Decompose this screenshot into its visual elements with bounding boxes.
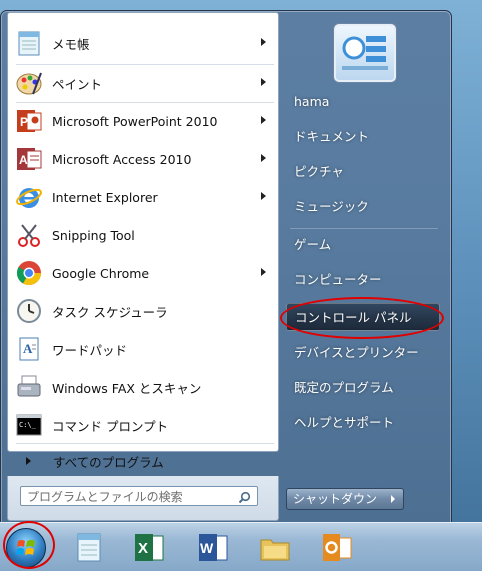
program-label: Windows FAX とスキャン: [52, 380, 202, 396]
right-item-user[interactable]: hama: [286, 88, 440, 116]
program-label: Microsoft Access 2010: [52, 151, 192, 167]
search-area: プログラムとファイルの検索: [7, 476, 279, 521]
all-programs-label: すべてのプログラム: [53, 454, 164, 470]
program-powerpoint[interactable]: P Microsoft PowerPoint 2010: [10, 103, 276, 139]
search-input[interactable]: プログラムとファイルの検索: [20, 486, 258, 506]
notepad-icon: [77, 533, 101, 562]
programs-panel: メモ帳 ペイント P Microsoft PowerPoint 2010 A M…: [7, 12, 279, 470]
svg-text:P: P: [20, 115, 28, 129]
program-label: Snipping Tool: [52, 227, 135, 243]
internet-explorer-icon: [13, 181, 45, 213]
scissors-icon: [13, 219, 45, 251]
taskbar-word[interactable]: W: [196, 531, 230, 565]
program-label: Microsoft PowerPoint 2010: [52, 113, 218, 129]
program-label: タスク スケジューラ: [52, 304, 168, 320]
right-item-pictures[interactable]: ピクチャ: [286, 158, 440, 186]
powerpoint-icon: P: [13, 105, 45, 137]
right-item-devices-printers[interactable]: デバイスとプリンター: [286, 339, 440, 367]
submenu-arrow-icon: [261, 38, 266, 46]
user-picture[interactable]: [334, 24, 396, 82]
program-label: Google Chrome: [52, 265, 150, 281]
svg-text:A: A: [19, 153, 28, 167]
access-icon: A: [13, 143, 45, 175]
svg-text:A: A: [23, 341, 33, 356]
right-item-computer[interactable]: コンピューター: [286, 266, 440, 294]
right-item-default-programs[interactable]: 既定のプログラム: [286, 374, 440, 402]
program-command-prompt[interactable]: C:\_ コマンド プロンプト: [10, 407, 276, 443]
program-google-chrome[interactable]: Google Chrome: [10, 255, 276, 291]
svg-text:C:\_: C:\_: [19, 421, 37, 429]
word-icon: W: [199, 534, 228, 561]
svg-text:W: W: [200, 540, 214, 556]
taskbar: X W: [0, 522, 482, 571]
right-item-control-panel[interactable]: コントロール パネル: [286, 303, 440, 331]
divider: [290, 228, 438, 229]
taskbar-outlook[interactable]: [320, 531, 354, 565]
program-label: コマンド プロンプト: [52, 418, 169, 434]
right-item-documents[interactable]: ドキュメント: [286, 123, 440, 151]
notepad-icon: [13, 27, 45, 59]
chrome-icon: [13, 257, 45, 289]
outlook-icon: [323, 534, 352, 561]
program-paint[interactable]: ペイント: [10, 65, 276, 101]
excel-icon: X: [135, 534, 164, 561]
right-item-music[interactable]: ミュージック: [286, 193, 440, 221]
clock-icon: [13, 295, 45, 327]
search-placeholder: プログラムとファイルの検索: [27, 490, 183, 504]
shutdown-options-button[interactable]: [383, 488, 404, 510]
submenu-arrow-icon: [261, 192, 266, 200]
wordpad-icon: A: [13, 333, 45, 365]
program-task-scheduler[interactable]: タスク スケジューラ: [10, 293, 276, 329]
divider: [16, 443, 274, 444]
submenu-arrow-icon: [261, 154, 266, 162]
program-windows-fax-scan[interactable]: Windows FAX とスキャン: [10, 369, 276, 405]
start-button[interactable]: [6, 528, 46, 568]
search-icon: [238, 490, 251, 510]
shutdown-button[interactable]: シャットダウン: [286, 488, 384, 510]
fax-icon: [13, 371, 45, 403]
program-access[interactable]: A Microsoft Access 2010: [10, 141, 276, 177]
program-notepad[interactable]: メモ帳: [10, 25, 276, 61]
explorer-folder-icon: [260, 539, 290, 561]
all-programs-button[interactable]: すべてのプログラム: [10, 446, 276, 476]
program-label: メモ帳: [52, 36, 90, 52]
submenu-arrow-icon: [261, 116, 266, 124]
taskbar-notepad[interactable]: [72, 531, 106, 565]
program-label: Internet Explorer: [52, 189, 158, 205]
program-label: ワードパッド: [52, 342, 128, 358]
right-item-help-support[interactable]: ヘルプとサポート: [286, 409, 440, 437]
right-item-games[interactable]: ゲーム: [286, 231, 440, 259]
paint-palette-icon: [13, 67, 45, 99]
taskbar-excel[interactable]: X: [132, 531, 166, 565]
taskbar-explorer[interactable]: [258, 531, 292, 565]
command-prompt-icon: C:\_: [13, 409, 45, 441]
windows-logo-icon: [16, 540, 35, 555]
program-snipping-tool[interactable]: Snipping Tool: [10, 217, 276, 253]
submenu-arrow-icon: [261, 78, 266, 86]
svg-text:X: X: [138, 540, 148, 557]
program-internet-explorer[interactable]: Internet Explorer: [10, 179, 276, 215]
arrow-right-icon: [26, 457, 31, 465]
program-wordpad[interactable]: A ワードパッド: [10, 331, 276, 367]
program-label: ペイント: [52, 76, 103, 92]
submenu-arrow-icon: [261, 268, 266, 276]
